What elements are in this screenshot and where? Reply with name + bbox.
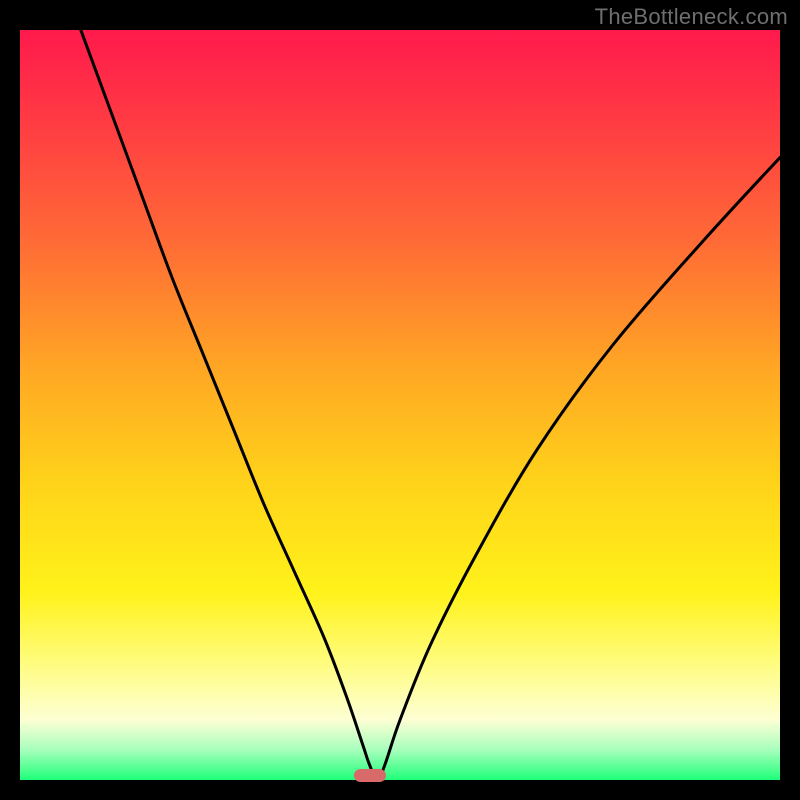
plot-area (20, 30, 780, 780)
optimum-marker (354, 769, 386, 782)
curve-layer (20, 30, 780, 780)
chart-frame: TheBottleneck.com (0, 0, 800, 800)
watermark-text: TheBottleneck.com (595, 4, 788, 30)
bottleneck-curve (81, 30, 780, 780)
